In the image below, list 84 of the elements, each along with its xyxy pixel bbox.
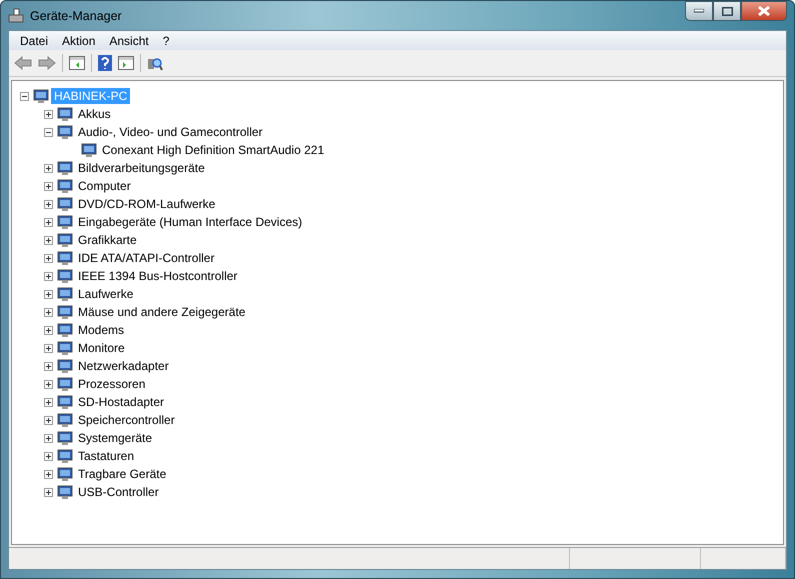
device-icon — [57, 214, 73, 230]
expander-icon[interactable] — [44, 110, 53, 118]
panel-icon[interactable] — [69, 56, 85, 70]
expander-icon[interactable] — [44, 452, 53, 460]
tree-item[interactable]: IEEE 1394 Bus-Hostcontroller — [75, 268, 240, 284]
tree-item[interactable]: USB-Controller — [75, 484, 162, 500]
device-icon — [57, 430, 73, 446]
device-icon — [33, 88, 49, 104]
tree-item[interactable]: Eingabegeräte (Human Interface Devices) — [75, 214, 306, 230]
device-icon — [57, 268, 73, 284]
expander-icon[interactable] — [44, 362, 53, 370]
minimize-icon — [694, 9, 704, 13]
expander-icon[interactable] — [20, 92, 29, 100]
menu-item[interactable]: Aktion — [55, 34, 102, 48]
tree-item[interactable]: Netzwerkadapter — [75, 358, 172, 374]
device-icon — [57, 448, 73, 464]
device-icon — [57, 412, 73, 428]
device-icon — [81, 142, 97, 158]
tree-item[interactable]: IDE ATA/ATAPI-Controller — [75, 250, 218, 266]
maximize-button[interactable] — [713, 1, 741, 21]
device-icon — [57, 394, 73, 410]
tree-item[interactable]: Prozessoren — [75, 376, 148, 392]
tree-item[interactable]: DVD/CD-ROM-Laufwerke — [75, 196, 218, 212]
expander-icon[interactable] — [44, 236, 53, 244]
expander-icon[interactable] — [44, 398, 53, 406]
tree-item[interactable]: Conexant High Definition SmartAudio 221 — [99, 142, 328, 158]
close-button[interactable] — [741, 1, 787, 21]
device-icon — [57, 178, 73, 194]
expander-icon[interactable] — [44, 218, 53, 226]
expander-icon[interactable] — [44, 254, 53, 262]
expander-icon[interactable] — [44, 182, 53, 190]
device-icon — [57, 484, 73, 500]
menu-item[interactable]: ? — [156, 34, 176, 48]
tree-item[interactable]: Akkus — [75, 106, 114, 122]
expander-icon[interactable] — [44, 380, 53, 388]
device-icon — [57, 124, 73, 140]
tree-item[interactable]: SD-Hostadapter — [75, 394, 168, 410]
menu-item[interactable]: Datei — [13, 34, 56, 48]
expander-icon[interactable] — [44, 326, 53, 334]
expander-icon[interactable] — [44, 416, 53, 424]
device-icon — [57, 304, 73, 320]
expander-icon[interactable] — [44, 290, 53, 298]
device-icon — [57, 106, 73, 122]
tree-item[interactable]: Grafikkarte — [75, 232, 140, 248]
back-icon[interactable] — [14, 56, 32, 70]
help-icon[interactable] — [98, 55, 112, 71]
forward-icon[interactable] — [38, 56, 56, 70]
menu-item[interactable]: Ansicht — [102, 34, 156, 48]
tree-item[interactable]: Computer — [75, 178, 134, 194]
maximize-icon — [722, 6, 732, 16]
device-icon — [57, 196, 73, 212]
expander-icon[interactable] — [44, 308, 53, 316]
expander-icon[interactable] — [44, 470, 53, 478]
tree-item[interactable]: Speichercontroller — [75, 412, 178, 428]
close-icon — [758, 6, 770, 16]
device-icon — [57, 376, 73, 392]
expander-icon[interactable] — [44, 344, 53, 352]
device-icon — [57, 322, 73, 338]
tree-item[interactable]: Mäuse und andere Zeigegeräte — [75, 304, 248, 320]
panel-icon[interactable] — [118, 56, 134, 70]
device-icon — [57, 466, 73, 482]
expander-icon[interactable] — [44, 128, 53, 136]
device-icon — [57, 250, 73, 266]
device-icon — [57, 286, 73, 302]
expander-icon[interactable] — [44, 488, 53, 496]
tree-item[interactable]: Monitore — [75, 340, 128, 356]
device-icon — [57, 358, 73, 374]
expander-icon[interactable] — [44, 200, 53, 208]
window-title: Geräte-Manager — [30, 8, 123, 22]
tree-item[interactable]: Laufwerke — [75, 286, 136, 302]
device-icon — [57, 340, 73, 356]
minimize-button[interactable] — [685, 1, 713, 21]
expander-icon[interactable] — [44, 272, 53, 280]
tree-item[interactable]: Bildverarbeitungsgeräte — [75, 160, 208, 176]
tree-item[interactable]: Systemgeräte — [75, 430, 156, 446]
device-icon — [57, 160, 73, 176]
expander-icon[interactable] — [44, 164, 53, 172]
device-icon — [57, 232, 73, 248]
expander-icon[interactable] — [44, 434, 53, 442]
tree-item[interactable]: Tastaturen — [75, 448, 138, 464]
tree-item[interactable]: Tragbare Geräte — [75, 466, 170, 482]
tree-item[interactable]: Modems — [75, 322, 128, 338]
app-icon — [8, 8, 24, 24]
tree-item[interactable]: Audio-, Video- und Gamecontroller — [75, 124, 266, 140]
